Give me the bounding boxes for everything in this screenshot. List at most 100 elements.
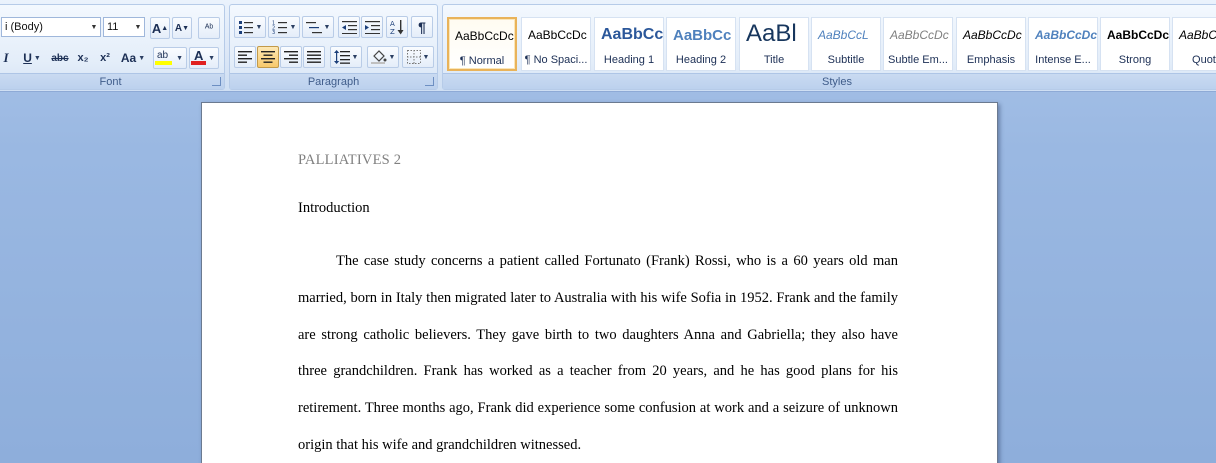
style-name: Subtitle [827,54,865,66]
pilcrow-icon: ¶ [418,19,426,35]
italic-button[interactable]: I [0,47,15,69]
chevron-down-icon[interactable]: ▼ [324,24,331,31]
clear-formatting-icon: ᴬᵇ [204,22,214,34]
section-heading: Introduction [298,200,370,216]
shrink-font-button[interactable]: A ▼ [172,17,192,39]
chevron-down-icon[interactable]: ▼ [88,18,100,36]
style-name: Heading 2 [675,54,727,66]
italic-icon: I [3,50,9,65]
style-sample: AaBbCcDc [455,29,514,43]
chevron-down-icon[interactable]: ▼ [34,55,41,62]
style-name: Heading 1 [603,54,655,66]
chevron-down-icon[interactable]: ▼ [352,54,359,61]
change-case-button[interactable]: Aa ▼ [118,47,148,69]
style-strong[interactable]: AaBbCcDc Strong [1100,17,1170,71]
justify-button[interactable] [303,46,325,68]
line-spacing-button[interactable]: ▼ [330,46,362,68]
style-sample: AaBbCcDc [890,28,949,42]
style-sample: AaBbCcDc [963,28,1022,42]
increase-indent-button[interactable] [361,16,383,38]
style-sample: AaBbCcDc [528,28,587,42]
align-right-icon [284,51,298,63]
chevron-down-icon[interactable]: ▼ [423,54,430,61]
decrease-indent-button[interactable] [338,16,360,38]
subscript-button[interactable]: x₂ [73,47,93,69]
shrink-font-icon: A [174,22,183,34]
font-name-value: i (Body) [5,21,43,33]
paragraph-dialog-launcher-icon[interactable] [425,77,434,86]
style-emphasis[interactable]: AaBbCcDc Emphasis [956,17,1026,71]
chevron-down-icon[interactable]: ▼ [208,55,215,62]
align-left-button[interactable] [234,46,256,68]
border-icon [406,50,421,64]
svg-text:3: 3 [272,30,275,34]
style-sample: AaBbCc [601,26,663,43]
style-name: ¶ No Spaci... [524,54,588,66]
highlight-color-bar [155,61,172,65]
style-title[interactable]: AaBl Title [739,17,809,71]
paragraph-group: ▼ 1 2 3 ▼ ▼ A Z ¶ ▼ ▼ ▼ Paragraph [229,4,438,90]
style-intense-emphasis[interactable]: AaBbCcDc Intense E... [1028,17,1098,71]
multilevel-list-button[interactable]: ▼ [302,16,334,38]
style-quote[interactable]: AaBbCc Quote [1172,17,1216,71]
bullets-button[interactable]: ▼ [234,16,266,38]
chevron-down-icon[interactable]: ▼ [176,55,183,62]
style-subtle-emphasis[interactable]: AaBbCcDc Subtle Em... [883,17,953,71]
chevron-down-icon[interactable]: ▼ [138,55,145,62]
style-heading-1[interactable]: AaBbCc Heading 1 [594,17,664,71]
chevron-down-icon[interactable]: ▼ [290,24,297,31]
svg-text:Z: Z [390,28,395,35]
highlight-button[interactable]: ab ▼ [153,47,187,69]
align-center-icon [261,51,275,63]
justify-icon [307,51,321,63]
borders-button[interactable]: ▼ [402,46,434,68]
style-sample: AaBl [746,20,797,47]
shading-button[interactable]: ▼ [367,46,399,68]
style-sample: AaBbCcDc [1107,28,1169,42]
underline-icon: U [23,51,32,65]
body-paragraph: The case study concerns a patient called… [298,253,898,453]
superscript-button[interactable]: x² [95,47,115,69]
multilevel-list-icon [305,22,322,34]
chevron-down-icon[interactable]: ▼ [132,18,144,36]
numbering-button[interactable]: 1 2 3 ▼ [268,16,300,38]
increase-indent-icon [364,21,380,34]
bullets-icon [238,21,253,34]
style-normal[interactable]: AaBbCcDc ¶ Normal [447,17,517,71]
font-size-combo[interactable]: 11 ▼ [103,17,145,37]
numbering-icon: 1 2 3 [272,21,287,34]
chevron-down-icon[interactable]: ▼ [256,24,263,31]
style-subtitle[interactable]: AaBbCcL Subtitle [811,17,881,71]
style-sample: AaBbCc [673,27,732,44]
align-right-button[interactable] [280,46,302,68]
font-name-combo[interactable]: i (Body) ▼ [1,17,101,37]
show-formatting-marks-button[interactable]: ¶ [411,16,433,38]
sort-icon: A Z [390,20,403,35]
clear-formatting-button[interactable]: ᴬᵇ [198,17,220,39]
document-page[interactable]: PALLIATIVES 2 Introduction The case stud… [201,102,998,463]
style-name: Intense E... [1035,54,1091,66]
page-header: PALLIATIVES 2 [298,152,402,168]
style-name: ¶ Normal [459,55,505,67]
subscript-icon: x₂ [77,52,89,64]
align-center-button[interactable] [257,46,279,68]
strikethrough-button[interactable]: abc [49,47,71,69]
font-size-value: 11 [107,21,119,33]
font-color-button[interactable]: A ▼ [189,47,219,69]
style-name: Strong [1118,54,1152,66]
style-heading-2[interactable]: AaBbCc Heading 2 [666,17,736,71]
sort-button[interactable]: A Z [386,16,408,38]
style-name: Title [763,54,785,66]
style-no-spacing[interactable]: AaBbCcDc ¶ No Spaci... [521,17,591,71]
paint-bucket-icon [370,50,387,64]
style-name: Subtle Em... [888,54,948,66]
font-color-bar [191,61,206,65]
style-sample: AaBbCc [1179,28,1216,42]
underline-button[interactable]: U ▼ [17,47,47,69]
style-sample: AaBbCcL [818,28,869,42]
grow-font-button[interactable]: A ▲ [150,17,170,39]
svg-text:A: A [390,20,395,28]
strikethrough-icon: abc [51,52,69,64]
font-dialog-launcher-icon[interactable] [212,77,221,86]
chevron-down-icon[interactable]: ▼ [389,54,396,61]
